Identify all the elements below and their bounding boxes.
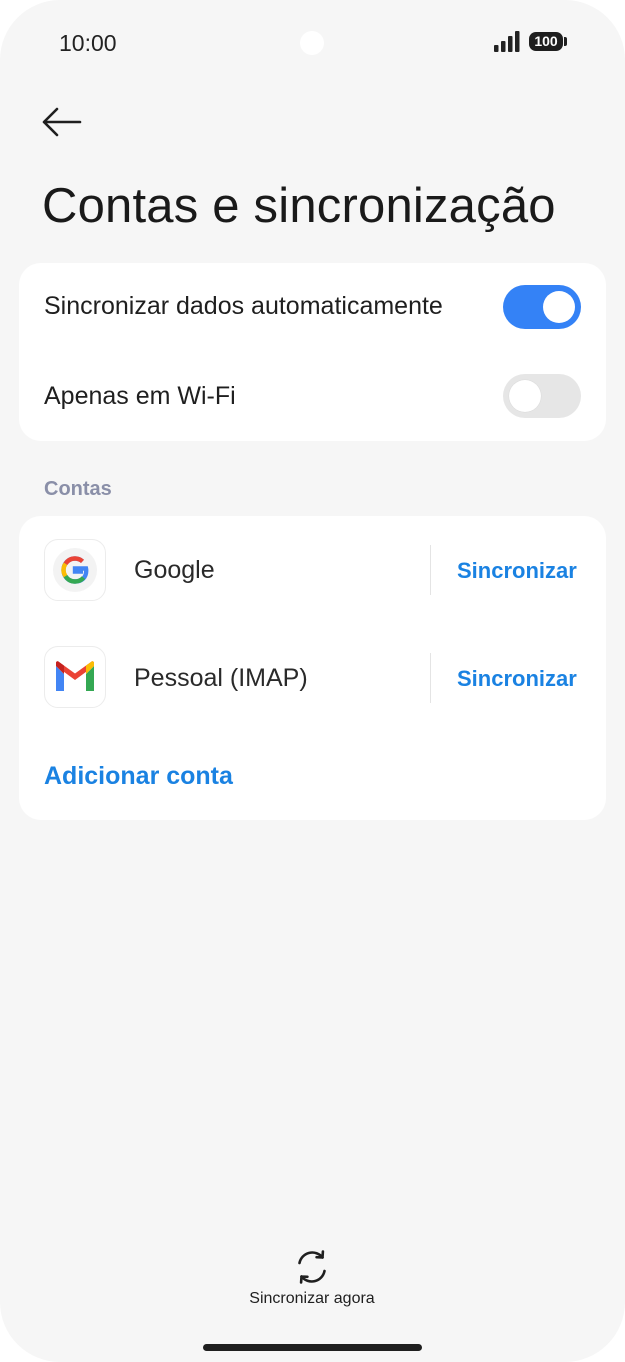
toggle-knob: [509, 380, 541, 412]
accounts-section-header: Contas: [44, 478, 112, 500]
sync-google-button[interactable]: Sincronizar: [457, 558, 577, 584]
divider: [430, 653, 431, 703]
page-title: Contas e sincronização: [42, 179, 556, 233]
wifi-only-toggle[interactable]: [503, 374, 581, 418]
back-button[interactable]: [40, 102, 86, 142]
gmail-icon[interactable]: [44, 646, 106, 708]
status-time: 10:00: [59, 30, 117, 56]
back-arrow-icon: [42, 107, 82, 137]
google-icon[interactable]: [44, 539, 106, 601]
toggle-knob: [543, 291, 575, 323]
battery-tip: [564, 37, 567, 46]
signal-icon: [494, 31, 520, 52]
google-logo: [53, 548, 97, 592]
account-name[interactable]: Google: [134, 556, 215, 585]
accounts-card: Google Sincronizar Pessoal (IMAP) Sincro…: [19, 516, 606, 820]
gmail-logo: [56, 661, 94, 691]
auto-sync-toggle[interactable]: [503, 285, 581, 329]
battery-icon: 100: [529, 32, 563, 51]
phone-screen: 10:00 100 Contas e sincronização Sincron…: [0, 0, 625, 1362]
auto-sync-label: Sincronizar dados automaticamente: [44, 292, 443, 320]
wifi-only-label: Apenas em Wi-Fi: [44, 382, 236, 410]
sync-now-button[interactable]: Sincronizar agora: [232, 1248, 392, 1314]
battery-level: 100: [534, 33, 558, 49]
home-indicator[interactable]: [203, 1344, 422, 1351]
sync-icon: [298, 1250, 326, 1284]
add-account-button[interactable]: Adicionar conta: [44, 762, 233, 791]
sync-imap-button[interactable]: Sincronizar: [457, 666, 577, 692]
status-bar: 10:00 100: [0, 0, 625, 90]
sync-now-label: Sincronizar agora: [249, 1290, 375, 1307]
divider: [430, 545, 431, 595]
camera-cutout: [300, 31, 324, 55]
sync-settings-card: Sincronizar dados automaticamente Apenas…: [19, 263, 606, 441]
account-name[interactable]: Pessoal (IMAP): [134, 664, 308, 693]
